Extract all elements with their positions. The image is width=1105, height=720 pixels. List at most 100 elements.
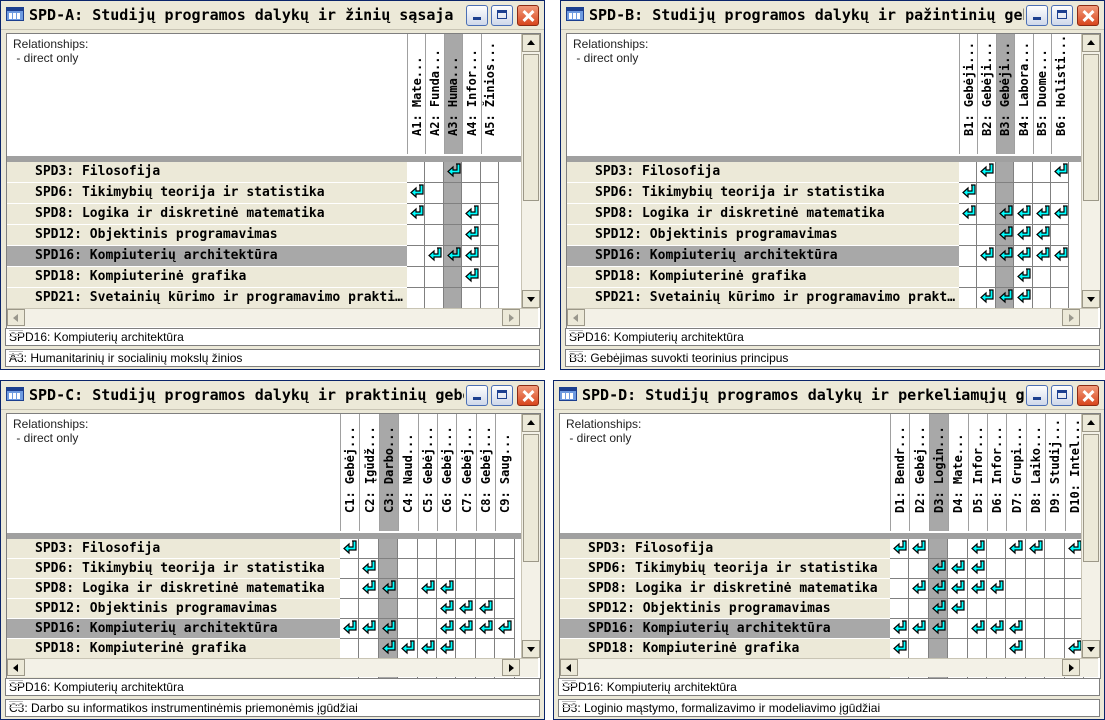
- matrix-cell[interactable]: [948, 539, 968, 559]
- column-header[interactable]: D4: Mate...: [948, 414, 967, 531]
- matrix-cell[interactable]: [340, 639, 360, 659]
- scroll-up-arrow[interactable]: [1082, 34, 1100, 52]
- matrix-cell[interactable]: [1032, 288, 1051, 309]
- matrix-cell[interactable]: [1032, 204, 1051, 225]
- matrix-cell[interactable]: [909, 619, 929, 639]
- matrix-cell[interactable]: [995, 225, 1015, 246]
- matrix-cell[interactable]: [398, 639, 418, 659]
- column-header[interactable]: B2: Gebėji...: [977, 34, 995, 154]
- matrix-cell[interactable]: [1045, 539, 1065, 559]
- matrix-cell[interactable]: [1025, 599, 1046, 619]
- matrix-cell[interactable]: [417, 579, 437, 599]
- matrix-cell[interactable]: [1045, 599, 1065, 619]
- matrix-cell[interactable]: [959, 246, 978, 267]
- matrix-cell[interactable]: [995, 246, 1015, 267]
- matrix-cell[interactable]: [977, 204, 996, 225]
- matrix-cell[interactable]: [359, 639, 379, 659]
- minimize-button[interactable]: [466, 385, 488, 406]
- matrix-cell[interactable]: [456, 639, 476, 659]
- column-header[interactable]: A1: Mate...: [407, 34, 425, 154]
- matrix-cell[interactable]: [995, 288, 1015, 309]
- matrix-cell[interactable]: [1006, 599, 1026, 619]
- matrix-cell[interactable]: [462, 183, 481, 204]
- matrix-cell[interactable]: [1006, 539, 1026, 559]
- matrix-cell[interactable]: [417, 639, 437, 659]
- minimize-button[interactable]: [466, 5, 488, 26]
- matrix-cell[interactable]: [417, 559, 437, 579]
- matrix-cell[interactable]: [959, 288, 978, 309]
- scroll-right-arrow[interactable]: [1062, 309, 1080, 326]
- column-header[interactable]: C1: Gebėj...: [340, 414, 359, 531]
- matrix-cell[interactable]: [995, 183, 1015, 204]
- matrix-cell[interactable]: [398, 539, 418, 559]
- matrix-cell[interactable]: [959, 267, 978, 288]
- matrix-cell[interactable]: [480, 183, 499, 204]
- matrix-cell[interactable]: [890, 539, 910, 559]
- column-header[interactable]: D6: Infor...: [987, 414, 1006, 531]
- scroll-thumb[interactable]: [1083, 54, 1099, 201]
- matrix-cell[interactable]: [437, 619, 457, 639]
- matrix-cell[interactable]: [407, 183, 426, 204]
- matrix-cell[interactable]: [1051, 225, 1070, 246]
- minimize-button[interactable]: [1026, 5, 1048, 26]
- matrix-cell[interactable]: [407, 162, 426, 183]
- matrix-cell[interactable]: [340, 579, 360, 599]
- matrix-cell[interactable]: [359, 559, 379, 579]
- matrix-cell[interactable]: [456, 559, 476, 579]
- matrix-cell[interactable]: [340, 619, 360, 639]
- matrix-cell[interactable]: [359, 599, 379, 619]
- matrix-cell[interactable]: [475, 579, 496, 599]
- matrix-cell[interactable]: [437, 539, 457, 559]
- matrix-cell[interactable]: [928, 539, 949, 559]
- matrix-cell[interactable]: [378, 599, 399, 619]
- matrix-cell[interactable]: [1032, 162, 1051, 183]
- matrix-cell[interactable]: [425, 162, 444, 183]
- matrix-cell[interactable]: [495, 599, 515, 619]
- title-bar[interactable]: SPD-D: Studijų programos dalykų ir perke…: [554, 381, 1104, 410]
- matrix-cell[interactable]: [1014, 162, 1033, 183]
- matrix-cell[interactable]: [475, 539, 496, 559]
- matrix-cell[interactable]: [462, 204, 481, 225]
- column-header[interactable]: C8: Gebėj...: [475, 414, 495, 531]
- matrix-cell[interactable]: [378, 559, 399, 579]
- close-button[interactable]: [1077, 385, 1099, 406]
- relationship-matrix[interactable]: Relationships: - direct only D1: Bendr...…: [559, 413, 1101, 679]
- matrix-cell[interactable]: [443, 162, 463, 183]
- scroll-down-arrow[interactable]: [1082, 640, 1100, 658]
- matrix-cell[interactable]: [407, 267, 426, 288]
- matrix-cell[interactable]: [948, 619, 968, 639]
- matrix-cell[interactable]: [480, 162, 499, 183]
- matrix-cell[interactable]: [1032, 246, 1051, 267]
- vertical-scrollbar[interactable]: [521, 34, 540, 308]
- scroll-thumb[interactable]: [523, 54, 539, 201]
- matrix-cell[interactable]: [462, 225, 481, 246]
- matrix-cell[interactable]: [407, 288, 426, 309]
- matrix-cell[interactable]: [1045, 579, 1065, 599]
- matrix-cell[interactable]: [495, 559, 515, 579]
- horizontal-scrollbar[interactable]: [560, 658, 1098, 677]
- scroll-left-arrow[interactable]: [567, 309, 585, 326]
- matrix-cell[interactable]: [475, 559, 496, 579]
- relationship-matrix[interactable]: Relationships: - direct only C1: Gebėj...…: [6, 413, 541, 679]
- matrix-cell[interactable]: [1051, 183, 1070, 204]
- column-header[interactable]: D9: Studij...: [1045, 414, 1064, 531]
- matrix-cell[interactable]: [1051, 267, 1070, 288]
- column-header[interactable]: D1: Bendr...: [890, 414, 909, 531]
- matrix-cell[interactable]: [959, 183, 978, 204]
- title-bar[interactable]: SPD-A: Studijų programos dalykų ir žinių…: [1, 1, 544, 30]
- matrix-cell[interactable]: [995, 204, 1015, 225]
- scroll-left-arrow[interactable]: [560, 659, 578, 676]
- scroll-up-arrow[interactable]: [1082, 414, 1100, 432]
- title-bar[interactable]: SPD-B: Studijų programos dalykų ir pažin…: [561, 1, 1104, 30]
- matrix-cell[interactable]: [995, 162, 1015, 183]
- matrix-cell[interactable]: [1045, 639, 1065, 659]
- matrix-cell[interactable]: [437, 599, 457, 619]
- vertical-scrollbar[interactable]: [521, 414, 540, 658]
- matrix-cell[interactable]: [1025, 559, 1046, 579]
- matrix-cell[interactable]: [928, 639, 949, 659]
- matrix-cell[interactable]: [977, 288, 996, 309]
- scroll-left-arrow[interactable]: [7, 659, 25, 676]
- matrix-cell[interactable]: [987, 559, 1007, 579]
- column-header[interactable]: B6: Holisti...: [1051, 34, 1069, 154]
- matrix-cell[interactable]: [340, 539, 360, 559]
